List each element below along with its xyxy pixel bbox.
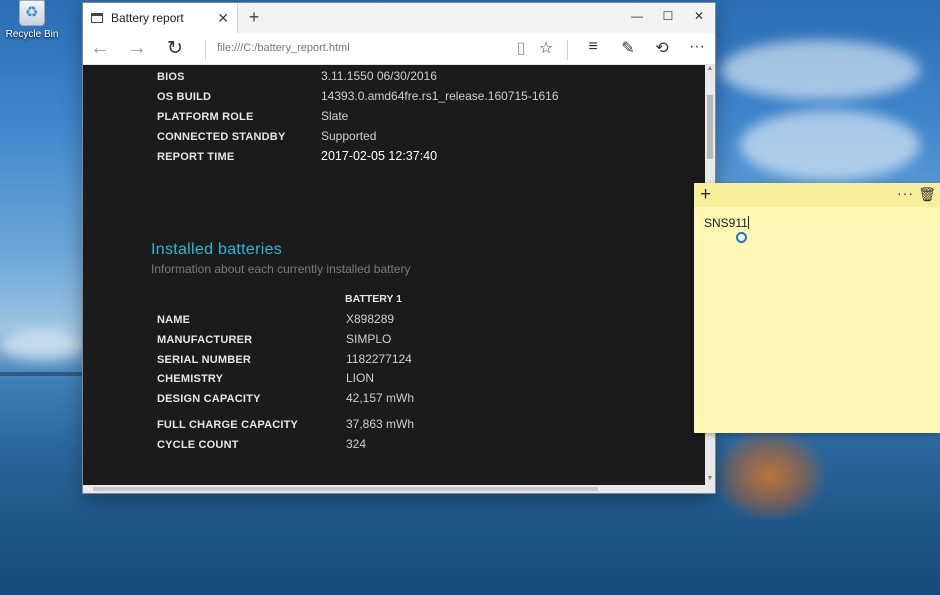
- battery-label: CHEMISTRY: [157, 373, 224, 385]
- table-row: SERIAL NUMBER 1182277124: [157, 352, 412, 366]
- table-row: MANUFACTURER SIMPLO: [157, 332, 391, 346]
- info-label: CONNECTED STANDBY: [157, 131, 286, 143]
- note-content: SNS911: [704, 216, 748, 230]
- info-label: PLATFORM ROLE: [157, 111, 254, 123]
- info-value: 2017-02-05 12:37:40: [321, 149, 438, 163]
- more-options-icon[interactable]: ···: [897, 185, 914, 201]
- scrollbar-thumb[interactable]: [707, 95, 713, 159]
- tab-battery-report[interactable]: Battery report ✕: [83, 3, 238, 33]
- battery-label: CYCLE COUNT: [157, 439, 239, 451]
- sticky-note-toolbar: + ··· 🗑: [694, 183, 940, 207]
- navigation-bar: ← → ↻ file:///C:/battery_report.html ▯ ☆…: [83, 33, 715, 65]
- maximize-button[interactable]: ☐: [658, 9, 678, 23]
- delete-note-icon[interactable]: 🗑: [918, 186, 936, 203]
- section-title: Installed batteries: [151, 241, 283, 258]
- info-value: 3.11.1550 06/30/2016: [321, 69, 437, 83]
- table-row: NAME X898289: [157, 312, 394, 326]
- address-field[interactable]: file:///C:/battery_report.html: [217, 42, 350, 54]
- share-icon[interactable]: ⟲: [651, 38, 673, 58]
- web-note-icon[interactable]: ✎: [617, 38, 639, 58]
- info-value: Slate: [321, 109, 349, 123]
- info-row: BIOS 3.11.1550 06/30/2016: [157, 69, 437, 83]
- selection-handle[interactable]: [736, 232, 747, 243]
- horizontal-scrollbar[interactable]: [83, 485, 715, 493]
- battery-value: 42,157 mWh: [346, 391, 415, 405]
- more-actions-icon[interactable]: ···: [686, 38, 708, 56]
- new-tab-button[interactable]: +: [243, 7, 265, 28]
- info-label: BIOS: [157, 71, 185, 83]
- minimize-button[interactable]: —: [627, 9, 647, 23]
- sticky-note[interactable]: + ··· 🗑 SNS911: [694, 183, 940, 433]
- tab-close-icon[interactable]: ✕: [217, 10, 229, 27]
- favorite-star-icon[interactable]: ☆: [535, 38, 557, 58]
- cloud: [740, 110, 920, 180]
- info-row: REPORT TIME 2017-02-05 12:37:40: [157, 149, 437, 163]
- battery-label: MANUFACTURER: [157, 334, 253, 346]
- battery-value: SIMPLO: [346, 332, 392, 346]
- battery-report-page: BIOS 3.11.1550 06/30/2016 OS BUILD 14393…: [83, 65, 705, 485]
- tab-title: Battery report: [111, 11, 184, 25]
- battery-value: 37,863 mWh: [346, 417, 415, 431]
- info-label: REPORT TIME: [157, 151, 235, 163]
- battery-label: SERIAL NUMBER: [157, 354, 252, 366]
- table-row: CYCLE COUNT 324: [157, 437, 366, 451]
- table-row: DESIGN CAPACITY 42,157 mWh: [157, 391, 414, 405]
- battery-label: NAME: [157, 314, 191, 326]
- hub-icon[interactable]: ≡: [582, 38, 604, 56]
- battery-value: 1182277124: [346, 352, 412, 366]
- separator: [567, 40, 568, 60]
- battery-value: 324: [346, 437, 367, 451]
- page-icon: [91, 13, 103, 23]
- info-value: Supported: [321, 129, 377, 143]
- back-arrow-icon[interactable]: ←: [88, 37, 112, 60]
- info-row: OS BUILD 14393.0.amd64fre.rs1_release.16…: [157, 89, 559, 103]
- battery-label: FULL CHARGE CAPACITY: [157, 419, 299, 431]
- info-row: PLATFORM ROLE Slate: [157, 109, 348, 123]
- scroll-down-icon[interactable]: ▼: [705, 475, 715, 485]
- battery-column-header: BATTERY 1: [345, 293, 402, 305]
- recycle-bin-shortcut[interactable]: Recycle Bin: [2, 0, 62, 40]
- refresh-icon[interactable]: ↻: [163, 37, 187, 60]
- edge-browser-window: Battery report ✕ + — ☐ ✕ ← → ↻ file:///C…: [83, 3, 715, 493]
- info-row: CONNECTED STANDBY Supported: [157, 129, 376, 143]
- title-bar: Battery report ✕ + — ☐ ✕: [83, 3, 715, 33]
- battery-value: LION: [346, 371, 375, 385]
- scroll-up-icon[interactable]: ▲: [705, 65, 715, 75]
- forward-arrow-icon[interactable]: →: [125, 37, 149, 60]
- sticky-note-text[interactable]: SNS911: [704, 216, 749, 230]
- sunset-reflection: [715, 430, 825, 520]
- info-label: OS BUILD: [157, 91, 212, 103]
- scrollbar-thumb[interactable]: [93, 487, 598, 491]
- separator: [205, 40, 206, 60]
- battery-value: X898289: [346, 312, 395, 326]
- recycle-bin-label: Recycle Bin: [5, 29, 59, 40]
- table-row: CHEMISTRY LION: [157, 371, 374, 385]
- table-row: FULL CHARGE CAPACITY 37,863 mWh: [157, 417, 414, 431]
- text-caret: [747, 216, 749, 229]
- reading-view-icon[interactable]: ▯: [510, 38, 532, 58]
- cloud: [0, 330, 85, 360]
- battery-label: DESIGN CAPACITY: [157, 393, 261, 405]
- recycle-bin-icon: [19, 0, 45, 26]
- close-window-button[interactable]: ✕: [689, 9, 709, 23]
- section-subtitle: Information about each currently install…: [151, 262, 411, 276]
- info-value: 14393.0.amd64fre.rs1_release.160715-1616: [321, 89, 559, 103]
- add-note-icon[interactable]: +: [700, 184, 711, 206]
- cloud: [720, 40, 920, 100]
